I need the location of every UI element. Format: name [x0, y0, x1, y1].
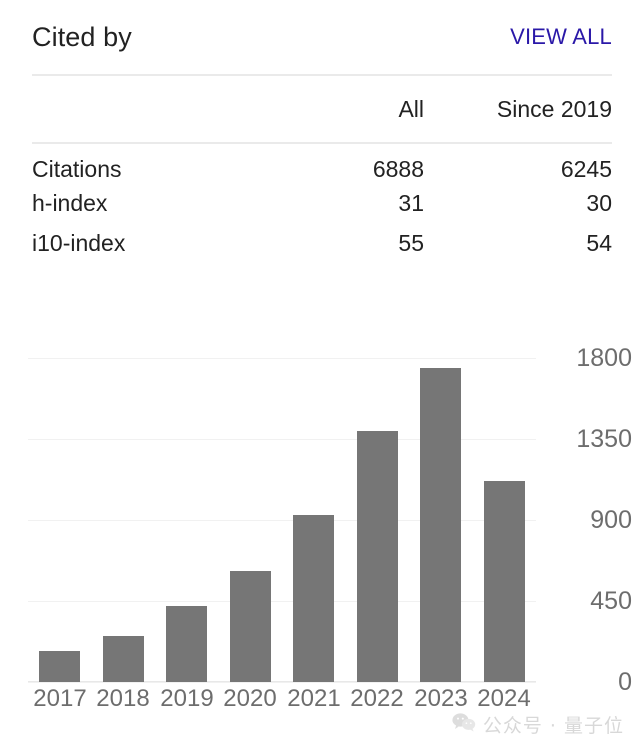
chart-bar[interactable]	[484, 481, 525, 682]
metric-label-h-index: h-index	[32, 183, 276, 223]
metric-label-citations: Citations	[32, 143, 276, 183]
chart-y-axis-labels: 0 450 900 1350 1800	[546, 330, 632, 720]
column-header-all: All	[276, 75, 424, 143]
chart-bar[interactable]	[293, 515, 334, 682]
table-header-row: All Since 2019	[32, 75, 612, 143]
chart-bar[interactable]	[166, 606, 207, 682]
gridline	[28, 682, 536, 683]
y-axis-tick-label: 0	[618, 670, 632, 695]
y-axis-tick-label: 1800	[576, 346, 632, 371]
x-axis-tick-label[interactable]: 2018	[91, 686, 155, 712]
chart-bar[interactable]	[420, 368, 461, 682]
chart-bar[interactable]	[357, 431, 398, 682]
cited-by-panel: Cited by VIEW ALL All Since 2019 Citatio…	[0, 0, 644, 750]
chart-x-axis-labels: 20172018201920202021202220232024	[28, 686, 536, 720]
x-axis-tick-label[interactable]: 2020	[218, 686, 282, 712]
citations-all-value: 6888	[276, 143, 424, 183]
i10-index-all-value: 55	[276, 223, 424, 263]
h-index-all-value: 31	[276, 183, 424, 223]
i10-index-since-value: 54	[424, 223, 612, 263]
chart-bar[interactable]	[103, 636, 144, 682]
table-body: Citations 6888 6245 h-index 31 30 i10-in…	[32, 143, 612, 263]
x-axis-tick-label[interactable]: 2022	[345, 686, 409, 712]
table-header: All Since 2019	[32, 75, 612, 143]
citations-since-value: 6245	[424, 143, 612, 183]
citation-stats-table: All Since 2019 Citations 6888 6245 h-ind…	[32, 74, 612, 263]
chart-bar[interactable]	[230, 571, 271, 682]
column-header-since: Since 2019	[424, 75, 612, 143]
metric-label-i10-index: i10-index	[32, 223, 276, 263]
x-axis-tick-label[interactable]: 2021	[282, 686, 346, 712]
x-axis-tick-label[interactable]: 2017	[28, 686, 92, 712]
chart-bars	[28, 358, 536, 682]
y-axis-tick-label: 450	[590, 589, 632, 614]
chart-bar[interactable]	[39, 651, 80, 682]
page-title: Cited by	[32, 24, 132, 51]
citations-per-year-chart: 0 450 900 1350 1800 201720182019202020212022…	[0, 330, 644, 720]
view-all-link[interactable]: VIEW ALL	[510, 26, 612, 48]
x-axis-tick-label[interactable]: 2019	[155, 686, 219, 712]
y-axis-tick-label: 900	[590, 508, 632, 533]
y-axis-tick-label: 1350	[576, 427, 632, 452]
cited-by-header: Cited by VIEW ALL	[0, 0, 644, 74]
table-row: Citations 6888 6245	[32, 143, 612, 183]
x-axis-tick-label[interactable]: 2024	[472, 686, 536, 712]
h-index-since-value: 30	[424, 183, 612, 223]
table-row: h-index 31 30	[32, 183, 612, 223]
chart-plot-area	[28, 358, 536, 682]
column-header-metric	[32, 75, 276, 143]
table-row: i10-index 55 54	[32, 223, 612, 263]
x-axis-tick-label[interactable]: 2023	[409, 686, 473, 712]
